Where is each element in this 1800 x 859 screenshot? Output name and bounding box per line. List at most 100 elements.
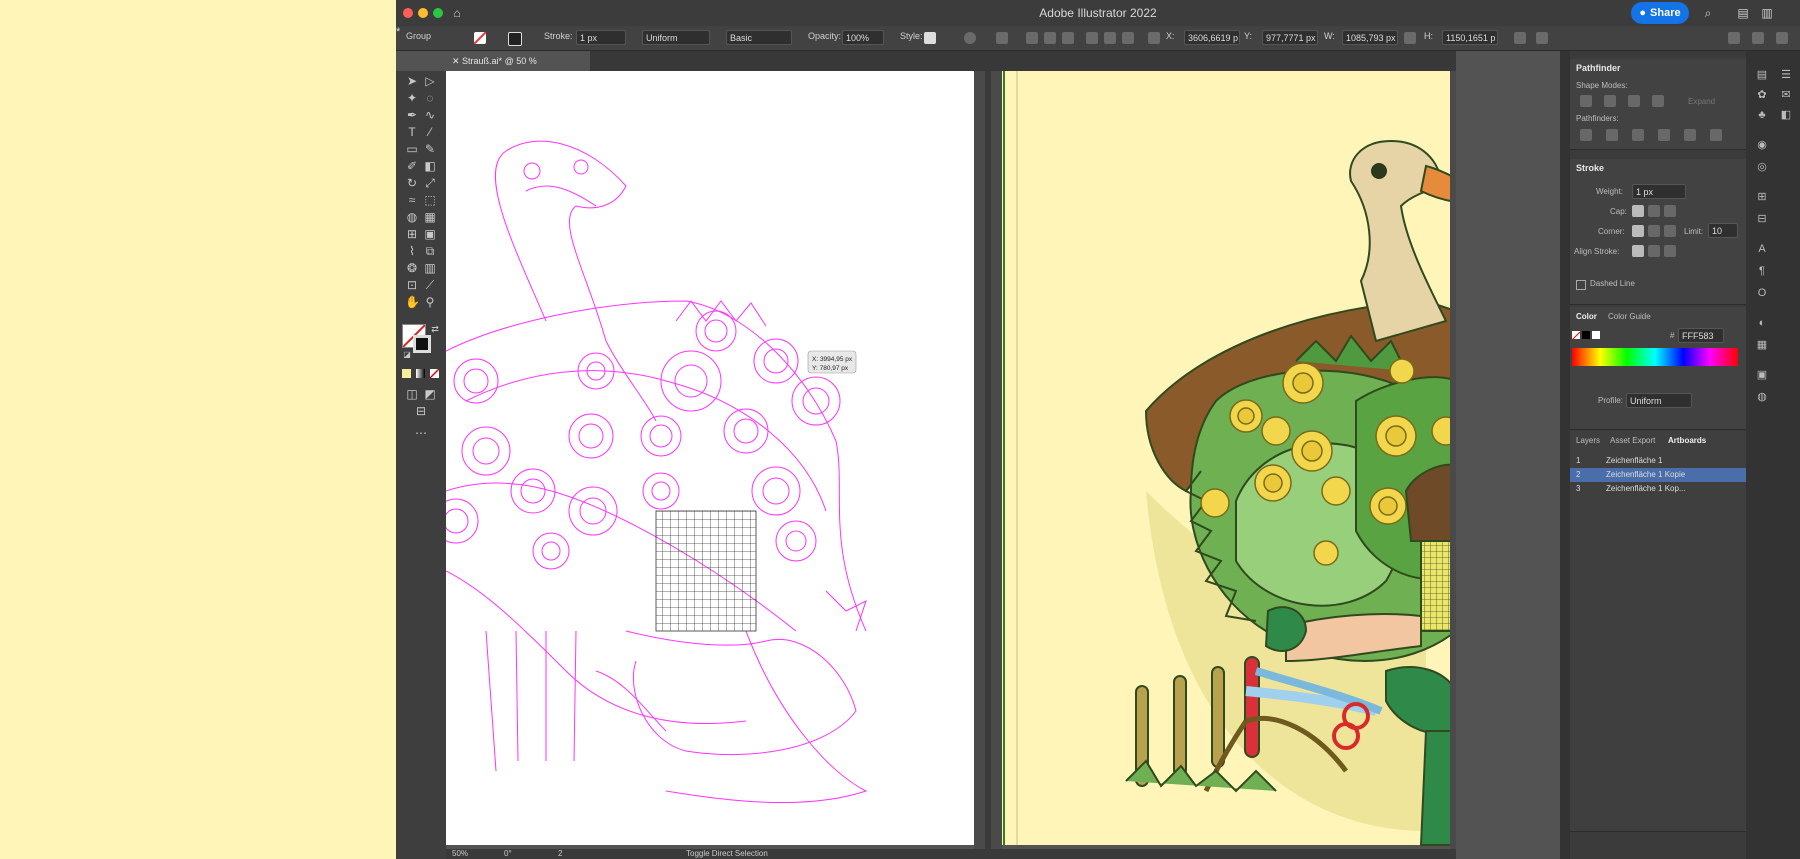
merge-icon[interactable]	[1632, 129, 1644, 141]
align-left-icon[interactable]	[1026, 32, 1038, 44]
w-field[interactable]: 1085,793 px	[1342, 30, 1398, 45]
minus-front-icon[interactable]	[1604, 95, 1616, 107]
symbols-icon[interactable]: ♣	[1756, 109, 1768, 121]
scale-tool-icon[interactable]: ⤢	[423, 176, 437, 190]
weight-field[interactable]: 1 px	[1632, 184, 1686, 199]
learn-icon[interactable]: ◧	[1780, 109, 1792, 121]
trim-icon[interactable]	[1606, 129, 1618, 141]
warp-tool-icon[interactable]: ≈	[405, 193, 419, 207]
projecting-cap-icon[interactable]	[1664, 205, 1676, 217]
paragraph-icon[interactable]: ¶	[1756, 265, 1768, 277]
edit-toolbar-icon[interactable]: ⋯	[414, 426, 428, 440]
align-inside-stroke-icon[interactable]	[1648, 245, 1660, 257]
paintbrush-tool-icon[interactable]: ✎	[423, 142, 437, 156]
character-icon[interactable]: A	[1756, 243, 1768, 255]
blend-tool-icon[interactable]: ⧉	[423, 244, 437, 258]
graph-tool-icon[interactable]: ▥	[423, 261, 437, 275]
x-field[interactable]: 3606,6619 p	[1184, 30, 1240, 45]
screen-mode-icon[interactable]: ⊟	[414, 404, 428, 418]
none-mode-icon[interactable]	[429, 368, 440, 379]
divide-icon[interactable]	[1580, 129, 1592, 141]
artboard-navigator[interactable]: 2	[558, 849, 562, 859]
align-right-icon[interactable]	[1062, 32, 1074, 44]
butt-cap-icon[interactable]	[1632, 205, 1644, 217]
shape-builder-tool-icon[interactable]: ◍	[405, 210, 419, 224]
white-swatch[interactable]	[1592, 331, 1600, 339]
direct-selection-tool-icon[interactable]: ▷	[423, 74, 437, 88]
rectangle-tool-icon[interactable]: ▭	[405, 142, 419, 156]
tab-color-guide[interactable]: Color Guide	[1608, 312, 1651, 321]
align-center-icon[interactable]	[1044, 32, 1056, 44]
variable-width-profile[interactable]: Uniform	[642, 30, 710, 45]
zoom-level[interactable]: 50%	[452, 849, 468, 859]
unite-icon[interactable]	[1580, 95, 1592, 107]
symbol-sprayer-tool-icon[interactable]: ❂	[405, 261, 419, 275]
brushes-icon[interactable]: ✿	[1756, 89, 1768, 101]
stroke-swatch[interactable]	[508, 32, 522, 46]
align-bottom-icon[interactable]	[1122, 32, 1134, 44]
mesh-tool-icon[interactable]: ⊞	[405, 227, 419, 241]
gradient-mode-icon[interactable]	[416, 369, 425, 378]
round-join-icon[interactable]	[1648, 225, 1660, 237]
arrange-documents-icon[interactable]: ▤	[1736, 6, 1750, 20]
fill-swatch[interactable]	[473, 31, 487, 45]
artboard-tool-icon[interactable]: ⊡	[405, 278, 419, 292]
hand-tool-icon[interactable]: ✋	[405, 295, 420, 309]
panel-menu-icon[interactable]	[1752, 32, 1764, 44]
opacity-field[interactable]: 100%	[842, 30, 884, 45]
free-transform-tool-icon[interactable]: ⬚	[423, 193, 437, 207]
eyedropper-tool-icon[interactable]: ⌇	[405, 244, 419, 258]
perspective-grid-tool-icon[interactable]: ▦	[423, 210, 437, 224]
comments-icon[interactable]: ✉	[1780, 89, 1792, 101]
rotation-view[interactable]: 0°	[504, 849, 512, 859]
document-tab[interactable]: ✕ Strauß.ai* @ 50 % (RGB/Preview)	[446, 51, 590, 86]
status-mode[interactable]: Toggle Direct Selection	[686, 849, 768, 859]
transform-panel-icon[interactable]: ⊞	[1756, 191, 1768, 203]
magic-wand-tool-icon[interactable]: ✦	[405, 91, 419, 105]
graphic-style-swatch[interactable]	[924, 32, 936, 44]
curvature-tool-icon[interactable]: ∿	[423, 108, 437, 122]
align-panel-icon[interactable]: ⊟	[1756, 213, 1768, 225]
graphic-styles-icon[interactable]: ◎	[1756, 161, 1768, 173]
control-bar-menu-icon[interactable]	[1776, 32, 1788, 44]
black-swatch[interactable]	[1582, 331, 1590, 339]
transform-icon[interactable]	[1514, 32, 1526, 44]
shaper-tool-icon[interactable]: ✐	[405, 159, 419, 173]
eraser-tool-icon[interactable]: ◧	[423, 159, 437, 173]
type-tool-icon[interactable]: T	[405, 125, 419, 139]
recolor-artwork-icon[interactable]	[964, 32, 976, 44]
close-tab-icon[interactable]: ✕	[452, 56, 462, 66]
none-swatch[interactable]	[1571, 331, 1581, 341]
default-colors-icon[interactable]: ◪	[400, 348, 414, 362]
share-button[interactable]: ● Share	[1631, 2, 1689, 24]
isolate-group-icon[interactable]	[1536, 32, 1548, 44]
search-icon[interactable]: ⌕	[1701, 6, 1715, 20]
tab-color[interactable]: Color	[1576, 312, 1597, 321]
exclude-icon[interactable]	[1652, 95, 1664, 107]
brush-definition[interactable]: Basic	[726, 30, 792, 45]
canvas-area[interactable]: X: 3994,95 px Y: 780,97 px	[446, 71, 1456, 849]
minus-back-icon[interactable]	[1710, 129, 1722, 141]
constrain-proportions-icon[interactable]	[1404, 32, 1416, 44]
miter-join-icon[interactable]	[1632, 225, 1644, 237]
align-to-icon[interactable]	[996, 32, 1008, 44]
expand-button[interactable]: Expand	[1688, 97, 1715, 106]
swap-colors-icon[interactable]: ⇄	[428, 322, 442, 336]
color-spectrum[interactable]	[1572, 348, 1738, 366]
hex-field[interactable]: FFF583	[1678, 328, 1724, 343]
gradient-panel-icon[interactable]: ▣	[1756, 369, 1768, 381]
dashed-line-checkbox[interactable]	[1576, 280, 1586, 290]
align-top-icon[interactable]	[1086, 32, 1098, 44]
bevel-join-icon[interactable]	[1664, 225, 1676, 237]
rotate-tool-icon[interactable]: ↻	[405, 176, 419, 190]
artboard-row[interactable]: 1 Zeichenfläche 1	[1570, 454, 1746, 468]
line-tool-icon[interactable]: ⁄	[423, 125, 437, 139]
align-center-stroke-icon[interactable]	[1632, 245, 1644, 257]
color-panel-icon[interactable]: ◐	[1756, 317, 1768, 329]
outline-icon[interactable]	[1684, 129, 1696, 141]
drawing-mode-icon[interactable]: ◫	[405, 387, 419, 401]
zoom-tool-icon[interactable]: ⚲	[423, 295, 437, 309]
draw-inside-icon[interactable]: ◩	[423, 387, 437, 401]
appearance-icon[interactable]: ◉	[1756, 139, 1768, 151]
opentype-icon[interactable]: O	[1756, 287, 1768, 299]
